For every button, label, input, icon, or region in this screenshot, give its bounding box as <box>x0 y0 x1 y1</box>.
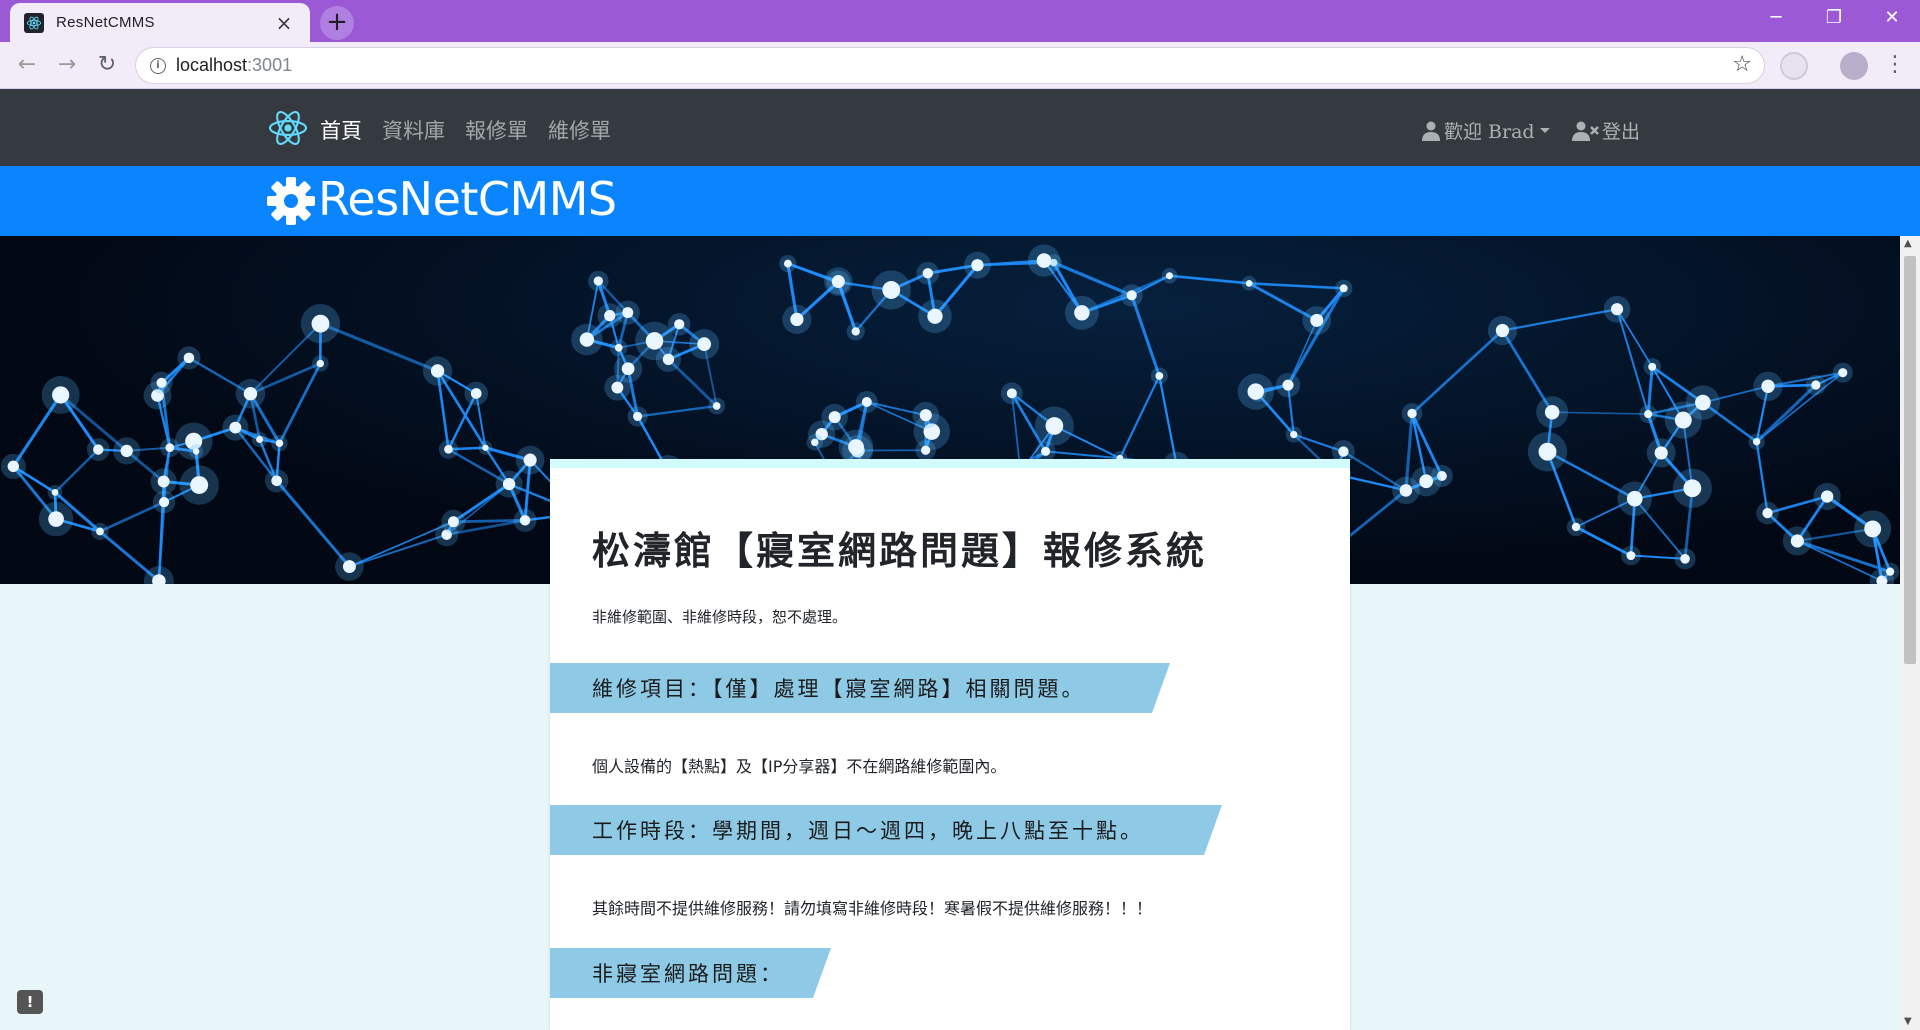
section-heading-other: 非寢室網路問題： <box>550 948 831 998</box>
scroll-thumb[interactable] <box>1904 256 1916 664</box>
user-icon <box>1422 121 1440 141</box>
scroll-down-arrow-icon[interactable]: ▼ <box>1904 1016 1912 1027</box>
info-card: 松濤館【寢室網路問題】報修系統 非維修範圍、非維修時段，恕不處理。 維修項目：【… <box>550 459 1350 1030</box>
brand-title: ResNetCMMS <box>318 172 617 226</box>
address-bar[interactable]: i localhost:3001 ☆ <box>136 48 1764 83</box>
browser-menu-icon[interactable]: ⋮ <box>1878 48 1912 82</box>
nav-home[interactable]: 首頁 <box>320 115 362 145</box>
nav-repair-request[interactable]: 報修單 <box>465 115 528 145</box>
reload-button[interactable]: ↻ <box>90 48 124 82</box>
restore-button[interactable]: ❐ <box>1806 0 1862 36</box>
site-info-icon[interactable]: i <box>150 57 166 74</box>
tab-title: ResNetCMMS <box>56 14 155 31</box>
react-favicon-icon <box>24 12 44 33</box>
section-heading-hours: 工作時段：學期間，週日～週四，晚上八點至十點。 <box>550 805 1222 855</box>
url-port: :3001 <box>247 55 293 75</box>
user-dropdown[interactable]: 歡迎 Brad <box>1422 117 1551 144</box>
section-text-hours: 其餘時間不提供維修服務！請勿填寫非維修時段！寒暑假不提供維修服務！！！ <box>592 899 1153 918</box>
bookmark-star-icon[interactable]: ☆ <box>1732 52 1752 77</box>
section-heading-text: 維修項目：【僅】處理【寢室網路】相關問題。 <box>592 677 1086 701</box>
section-heading-text: 非寢室網路問題： <box>592 962 784 986</box>
browser-toolbar: ← → ↻ i localhost:3001 ☆ ⋮ <box>0 42 1920 89</box>
react-logo-icon[interactable] <box>267 107 309 149</box>
profile-avatar-icon[interactable] <box>1840 52 1868 80</box>
gear-icon <box>267 177 315 225</box>
page-title: 松濤館【寢室網路問題】報修系統 <box>592 528 1208 573</box>
extension-icon[interactable] <box>1780 52 1808 80</box>
section-heading-scope: 維修項目：【僅】處理【寢室網路】相關問題。 <box>550 663 1170 713</box>
notice-text: 非維修範圍、非維修時段，恕不處理。 <box>592 608 848 626</box>
nav-database[interactable]: 資料庫 <box>382 115 445 145</box>
forward-button[interactable]: → <box>50 48 84 82</box>
caret-down-icon <box>1539 127 1550 133</box>
scroll-up-arrow-icon[interactable]: ▲ <box>1904 238 1912 249</box>
user-greeting: 歡迎 Brad <box>1444 121 1535 143</box>
section-text-scope: 個人設備的【熱點】及【IP分享器】不在網路維修範圍內。 <box>592 757 1007 776</box>
url-text: localhost:3001 <box>176 55 292 76</box>
url-host: localhost <box>176 55 248 75</box>
logout-label: 登出 <box>1602 121 1641 143</box>
app-navbar: 首頁 資料庫 報修單 維修單 歡迎 Brad 登出 <box>0 89 1920 166</box>
page-scrollbar[interactable]: ▲ ▼ <box>1900 236 1920 1030</box>
logout-button[interactable]: 登出 <box>1572 117 1640 144</box>
window-close-button[interactable]: ✕ <box>1864 0 1920 36</box>
section-heading-text: 工作時段：學期間，週日～週四，晚上八點至十點。 <box>592 819 1144 843</box>
back-button[interactable]: ← <box>10 48 44 82</box>
nav-maintenance-order[interactable]: 維修單 <box>548 115 611 145</box>
feedback-icon[interactable]: ! <box>17 990 43 1014</box>
browser-tab[interactable]: ResNetCMMS × <box>10 3 310 42</box>
new-tab-button[interactable]: + <box>320 6 354 40</box>
brand-bar: ResNetCMMS <box>0 166 1920 236</box>
browser-tab-strip: ResNetCMMS × + ─ ❐ ✕ <box>0 0 1920 42</box>
user-times-icon <box>1572 121 1599 141</box>
minimize-button[interactable]: ─ <box>1748 0 1804 36</box>
tab-close-icon[interactable]: × <box>272 11 296 35</box>
